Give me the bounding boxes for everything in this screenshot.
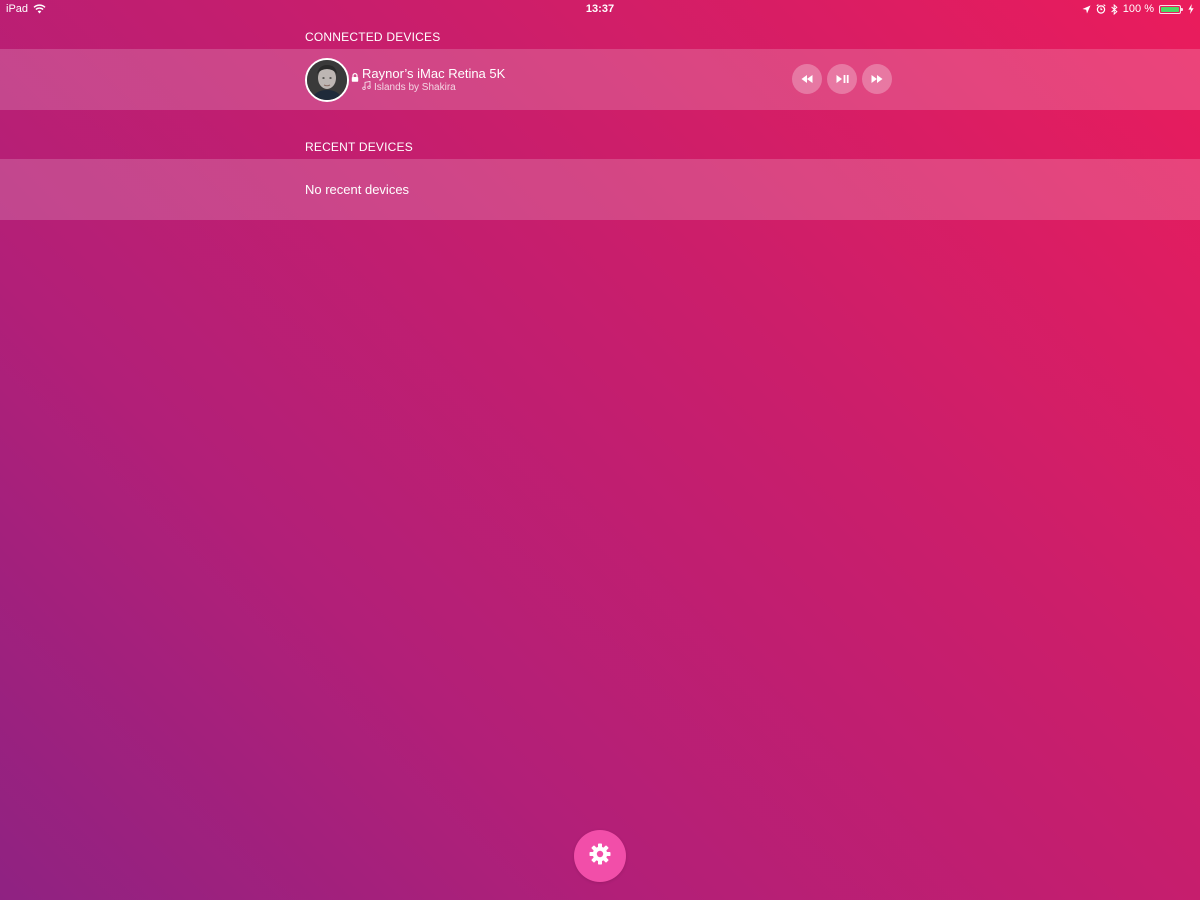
gear-icon bbox=[588, 842, 612, 871]
charging-icon bbox=[1188, 4, 1194, 14]
settings-button[interactable] bbox=[574, 830, 626, 882]
fast-forward-button[interactable] bbox=[862, 64, 892, 94]
recent-devices-row: No recent devices bbox=[0, 159, 1200, 220]
rewind-button[interactable] bbox=[792, 64, 822, 94]
location-arrow-icon bbox=[1082, 5, 1091, 14]
playback-controls bbox=[792, 64, 892, 94]
battery-icon bbox=[1159, 4, 1183, 14]
now-playing-text: Islands by Shakira bbox=[374, 81, 456, 93]
alarm-icon bbox=[1096, 4, 1106, 14]
recent-devices-header: RECENT DEVICES bbox=[305, 140, 413, 154]
rewind-icon bbox=[801, 70, 813, 88]
bluetooth-icon bbox=[1111, 3, 1118, 15]
status-bar: iPad 13:37 100 % bbox=[0, 0, 1200, 18]
connected-device-row[interactable]: Raynor’s iMac Retina 5K Islands by Shaki… bbox=[0, 49, 1200, 110]
play-pause-button[interactable] bbox=[827, 64, 857, 94]
music-note-icon bbox=[362, 80, 371, 93]
fast-forward-icon bbox=[871, 70, 883, 88]
now-playing: Islands by Shakira bbox=[362, 80, 456, 93]
status-right: 100 % bbox=[1082, 0, 1194, 18]
no-recent-devices-text: No recent devices bbox=[305, 182, 410, 197]
lock-icon bbox=[351, 69, 359, 87]
battery-percentage: 100 % bbox=[1122, 3, 1154, 15]
device-name: Raynor’s iMac Retina 5K bbox=[362, 66, 506, 81]
status-time: 13:37 bbox=[585, 3, 615, 15]
avatar bbox=[305, 58, 349, 102]
connected-devices-header: CONNECTED DEVICES bbox=[305, 30, 441, 44]
battery-fill bbox=[1161, 6, 1179, 12]
play-pause-icon bbox=[836, 70, 849, 88]
